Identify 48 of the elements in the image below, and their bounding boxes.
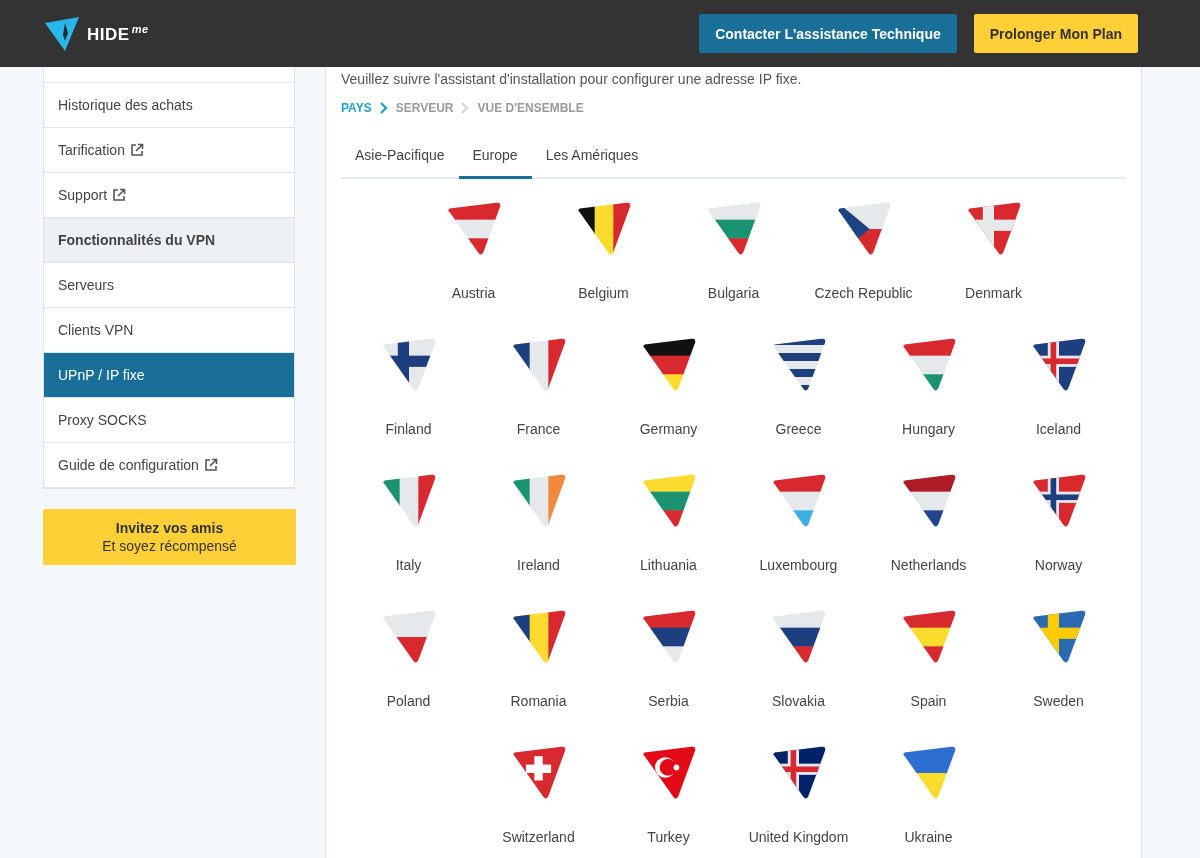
country-option[interactable]: France	[473, 337, 604, 473]
country-option[interactable]: Ireland	[473, 473, 604, 609]
logo-icon	[43, 14, 81, 53]
country-option[interactable]: Austria	[408, 201, 539, 337]
section-header: Fonctionnalités du VPN	[44, 218, 294, 263]
support-button[interactable]: Contacter L'assistance Technique	[699, 14, 957, 53]
logo-text: HIDE$^{me}$	[87, 22, 149, 45]
country-option[interactable]: Iceland	[993, 337, 1124, 473]
step-label: PAYS	[341, 101, 372, 115]
country-option[interactable]: Denmark	[928, 201, 1059, 337]
country-option[interactable]: Germany	[603, 337, 734, 473]
step-label: SERVEUR	[395, 101, 454, 115]
region-tab[interactable]: Europe	[458, 133, 532, 179]
extend-plan-button[interactable]: Prolonger Mon Plan	[973, 14, 1138, 53]
country-option[interactable]: Slovakia	[733, 609, 864, 745]
country-option[interactable]: Hungary	[863, 337, 994, 473]
region-tab[interactable]: Asie-Pacifique	[341, 133, 459, 179]
country-option[interactable]: Poland	[343, 609, 474, 745]
invite-button[interactable]: Invitez vos amis Et soyez récompensé	[43, 509, 296, 565]
country-option[interactable]: Sweden	[993, 609, 1124, 745]
country-option[interactable]: Norway	[993, 473, 1124, 609]
sidebar-item[interactable]: Proxy SOCKS	[44, 398, 294, 443]
country-option[interactable]: Serbia	[603, 609, 734, 745]
country-option[interactable]: Lithuania	[603, 473, 734, 609]
country-option[interactable]: Romania	[473, 609, 604, 745]
intro-text: Veuillez suivre l'assistant d'installation pour configurer une adresse IP fixe.	[341, 71, 803, 87]
sidebar-item[interactable]: Historique des achats	[44, 83, 294, 128]
country-option[interactable]: Turkey	[603, 745, 734, 858]
country-option[interactable]: Belgium	[538, 201, 669, 337]
country-option[interactable]: Finland	[343, 337, 474, 473]
country-option[interactable]: Italy	[343, 473, 474, 609]
country-option[interactable]: Bulgaria	[668, 201, 799, 337]
country-option[interactable]: Switzerland	[473, 745, 604, 858]
chevron-icon	[379, 102, 388, 114]
country-option[interactable]: Luxembourg	[733, 473, 864, 609]
country-option[interactable]: Netherlands	[863, 473, 994, 609]
country-option[interactable]: Ukraine	[863, 745, 994, 858]
country-option[interactable]: Czech Republic	[798, 201, 929, 337]
sidebar-item[interactable]: Serveurs	[44, 263, 294, 308]
step-label: VUE D'ENSEMBLE	[477, 101, 584, 115]
sidebar-item[interactable]: UPnP / IP fixe	[44, 353, 294, 398]
sidebar-item[interactable]: Guide de configuration	[44, 443, 294, 488]
chevron-icon	[461, 102, 470, 114]
country-option[interactable]: Greece	[733, 337, 864, 473]
country-option[interactable]: Spain	[863, 609, 994, 745]
region-tab[interactable]: Les Amériques	[531, 133, 653, 179]
sidebar-item[interactable]: Tarification	[44, 128, 294, 173]
country-option[interactable]: United Kingdom	[733, 745, 864, 858]
